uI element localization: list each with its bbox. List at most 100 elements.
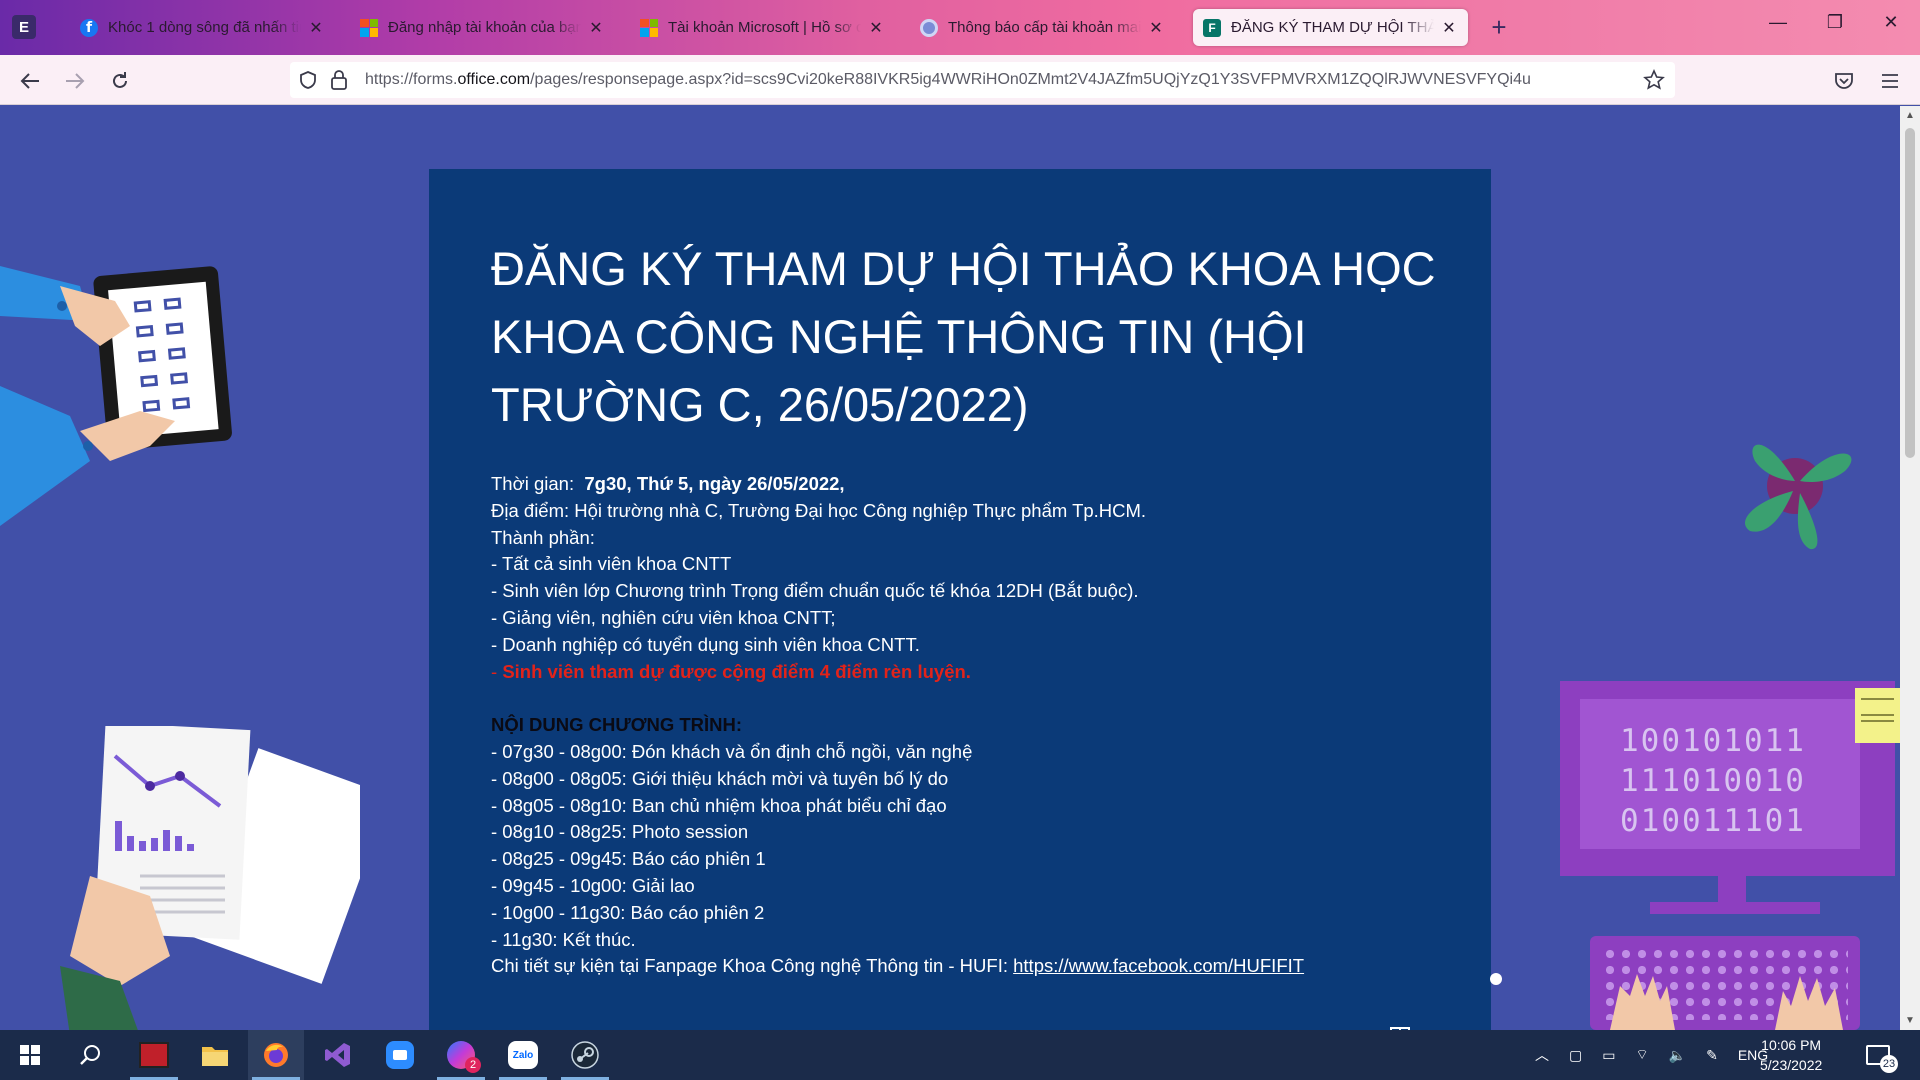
address-bar[interactable]: https://forms.office.com/pages/responsep… — [290, 62, 1675, 98]
program-item: - 10g00 - 11g30: Báo cáo phiên 2 — [491, 901, 765, 923]
forward-button[interactable] — [61, 67, 89, 95]
form-title: ĐĂNG KÝ THAM DỰ HỘI THẢO KHOA HỌC KHOA C… — [491, 242, 1436, 431]
fanpage-link[interactable]: https://www.facebook.com/HUFIFIT — [1013, 955, 1304, 976]
close-icon[interactable]: ✕ — [867, 18, 885, 38]
notification-center-icon[interactable]: 23 — [1866, 1030, 1898, 1080]
program-item: - 08g05 - 08g10: Ban chủ nhiệm khoa phát… — [491, 794, 947, 816]
binary-line: 100101011 — [1620, 723, 1806, 759]
tab-mail-notice[interactable]: Thông báo cấp tài khoản mail c ✕ — [910, 9, 1175, 46]
battery-icon[interactable]: ▭ — [1602, 1047, 1615, 1064]
tablet-illustration — [0, 266, 232, 526]
program-item: - 08g00 - 08g05: Giới thiệu khách mời và… — [491, 767, 949, 789]
system-tray: ︿ ▢ ▭ ⌔ 🔈 ✎ ENG — [1535, 1030, 1768, 1080]
tab-microsoft-account[interactable]: Tài khoản Microsoft | Hồ sơ của ✕ — [630, 9, 895, 46]
more-options-button[interactable]: ··· — [1437, 1021, 1464, 1030]
zalo-label: Zalo — [508, 1041, 538, 1069]
binary-line: 010011101 — [1620, 803, 1806, 839]
zalo-icon[interactable]: Zalo — [495, 1030, 551, 1080]
typing-hands-illustration — [1610, 974, 1843, 1030]
time-value: 7g30, Thứ 5, ngày 26/05/2022, — [584, 473, 845, 494]
tab-title: Đăng nhập tài khoản của bạn — [388, 19, 581, 36]
notification-count: 23 — [1880, 1055, 1898, 1073]
tab-facebook[interactable]: f Khóc 1 dòng sông đã nhấn tin C ✕ — [70, 9, 335, 46]
hamburger-menu-icon[interactable] — [1876, 67, 1904, 95]
close-icon[interactable]: ✕ — [587, 18, 605, 38]
clock-time: 10:06 PM — [1761, 1037, 1822, 1053]
device-icon[interactable]: ▢ — [1569, 1047, 1582, 1064]
back-button[interactable] — [16, 67, 44, 95]
restore-button[interactable]: ❐ — [1812, 12, 1858, 33]
microsoft-icon — [640, 18, 658, 37]
details-line: Chi tiết sự kiện tại Fanpage Khoa Công n… — [491, 953, 1451, 980]
participant-item: - Sinh viên lớp Chương trình Trọng điểm … — [491, 580, 1139, 602]
bonus-line: - Sinh viên tham dự được cộng điểm 4 điể… — [491, 659, 1451, 686]
bonus-prefix: - — [491, 660, 503, 682]
participant-item: - Giảng viên, nghiên cứu viên khoa CNTT; — [491, 606, 836, 628]
game-app-icon[interactable] — [126, 1030, 182, 1080]
messenger-icon[interactable]: 2 — [433, 1030, 489, 1080]
close-icon[interactable]: ✕ — [1147, 18, 1165, 38]
monitor-illustration: 100101011 111010010 010011101 — [1560, 681, 1895, 876]
facebook-icon: f — [80, 18, 98, 37]
tab-registration-form[interactable]: F ĐĂNG KÝ THAM DỰ HỘI THẢO ✕ — [1193, 9, 1468, 46]
chevron-up-icon[interactable]: ︿ — [1535, 1045, 1549, 1065]
search-icon[interactable] — [62, 1030, 118, 1080]
file-explorer-icon[interactable] — [187, 1030, 243, 1080]
new-tab-button[interactable]: + — [1484, 12, 1514, 43]
reload-button[interactable] — [106, 67, 134, 95]
scroll-down-arrow[interactable]: ▼ — [1904, 1015, 1916, 1026]
shield-icon[interactable] — [298, 70, 318, 95]
url-text[interactable]: https://forms.office.com/pages/responsep… — [365, 71, 1615, 89]
dot-decoration — [1490, 973, 1502, 985]
scrollbar-thumb[interactable] — [1905, 128, 1915, 458]
program-item: - 07g30 - 08g00: Đón khách và ổn định ch… — [491, 740, 973, 762]
form-header-panel: ĐĂNG KÝ THAM DỰ HỘI THẢO KHOA HỌC KHOA C… — [429, 169, 1491, 1030]
program-item: - 08g10 - 08g25: Photo session — [491, 821, 749, 843]
close-icon[interactable]: ✕ — [307, 18, 325, 38]
participant-item: - Tất cả sinh viên khoa CNTT — [491, 553, 732, 575]
tab-title: Khóc 1 dòng sông đã nhấn tin C — [108, 19, 301, 36]
page-scrollbar[interactable]: ▲ ▼ — [1900, 106, 1920, 1030]
volume-icon[interactable]: 🔈 — [1669, 1047, 1686, 1064]
pocket-icon[interactable] — [1830, 67, 1858, 95]
zoom-icon[interactable] — [372, 1030, 428, 1080]
location-line: Địa điểm: Hội trường nhà C, Trường Đại h… — [491, 499, 1147, 521]
tab-microsoft-login[interactable]: Đăng nhập tài khoản của bạn ✕ — [350, 9, 615, 46]
windows-start-button[interactable] — [2, 1030, 58, 1080]
monitor-screen: 100101011 111010010 010011101 — [1580, 699, 1860, 849]
close-window-button[interactable]: ✕ — [1868, 12, 1914, 33]
notification-badge: 2 — [465, 1057, 481, 1073]
flower-illustration — [1744, 444, 1852, 550]
windows-taskbar: 2 Zalo ︿ ▢ ▭ ⌔ 🔈 ✎ ENG 10:06 PM 5/23/202… — [0, 1030, 1920, 1080]
page-content: 100101011 111010010 010011101 ĐĂNG KÝ TH… — [0, 106, 1900, 1030]
program-item: - 09g45 - 10g00: Giải lao — [491, 874, 695, 896]
pen-icon[interactable]: ✎ — [1706, 1047, 1718, 1064]
microsoft-icon — [360, 18, 378, 37]
participant-item: - Doanh nghiệp có tuyển dụng sinh viên k… — [491, 633, 920, 655]
form-description: Thời gian: 7g30, Thứ 5, ngày 26/05/2022,… — [491, 471, 1451, 980]
clock[interactable]: 10:06 PM 5/23/2022 — [1760, 1030, 1822, 1080]
program-item: - 08g25 - 09g45: Báo cáo phiên 1 — [491, 848, 766, 870]
tab-strip: E f Khóc 1 dòng sông đã nhấn tin C ✕ Đăn… — [0, 0, 1920, 55]
tab-title: Thông báo cấp tài khoản mail c — [948, 19, 1141, 36]
wifi-icon[interactable]: ⌔ — [1635, 1046, 1648, 1064]
bookmark-star-icon[interactable] — [1643, 69, 1665, 96]
program-item: - 11g30: Kết thúc. — [491, 928, 636, 950]
sticky-note-illustration — [1855, 688, 1900, 743]
firefox-icon[interactable] — [248, 1030, 304, 1080]
steam-icon[interactable] — [557, 1030, 613, 1080]
browser-menu-icon[interactable]: E — [12, 15, 36, 39]
gear-icon — [920, 18, 938, 37]
minimize-button[interactable]: — — [1755, 12, 1801, 33]
navigation-bar: https://forms.office.com/pages/responsep… — [0, 55, 1920, 105]
tab-title: Tài khoản Microsoft | Hồ sơ của — [668, 19, 861, 36]
details-prefix: Chi tiết sự kiện tại Fanpage Khoa Công n… — [491, 955, 1014, 977]
url-prefix: https://forms. — [365, 71, 458, 88]
lock-icon[interactable] — [330, 69, 348, 96]
program-heading: NỘI DUNG CHƯƠNG TRÌNH: — [491, 714, 743, 736]
close-icon[interactable]: ✕ — [1440, 18, 1458, 38]
scroll-up-arrow[interactable]: ▲ — [1904, 110, 1916, 121]
visual-studio-icon[interactable] — [310, 1030, 366, 1080]
url-domain: office.com — [457, 71, 531, 88]
binary-line: 111010010 — [1620, 763, 1806, 799]
